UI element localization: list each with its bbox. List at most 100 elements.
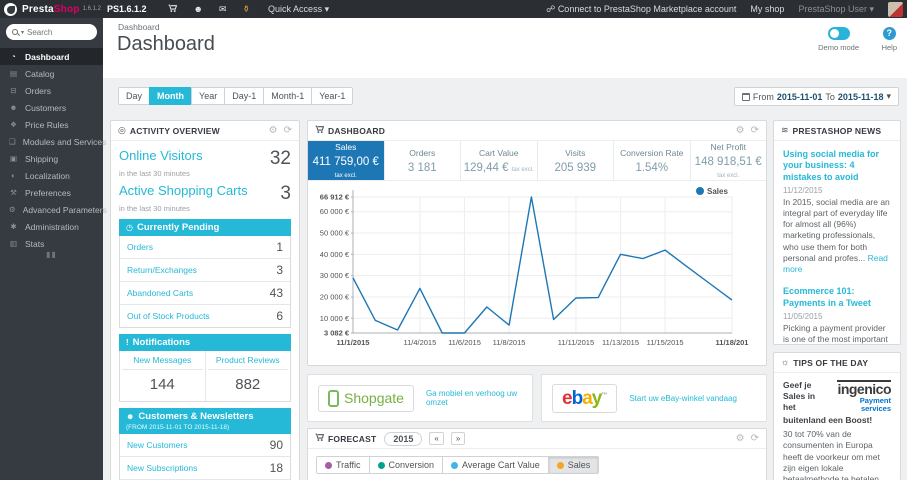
new-messages-label[interactable]: New Messages — [122, 355, 203, 370]
gear-icon[interactable]: ⚙ — [269, 125, 278, 136]
ebay-link[interactable]: Start uw eBay-winkel vandaag — [629, 394, 737, 403]
gear-icon[interactable]: ⚙ — [736, 433, 745, 444]
search-input[interactable] — [27, 27, 86, 37]
my-shop-link[interactable]: My shop — [750, 4, 784, 14]
svg-text:11/1/2015: 11/1/2015 — [337, 338, 370, 347]
filter-year-button[interactable]: Year — [191, 87, 226, 105]
ebay-banner: ebay™ Start uw eBay-winkel vandaag — [541, 374, 767, 422]
administration-icon: ✱ — [10, 222, 17, 231]
trophy-icon[interactable]: ⚱ — [243, 4, 251, 14]
stats-icon: ▥ — [9, 239, 18, 248]
sidebar-item-dashboard[interactable]: ◔ Dashboard — [0, 48, 103, 65]
brand[interactable]: PrestaShop — [22, 4, 80, 15]
customers-section-title: Customers & Newsletters — [138, 411, 254, 422]
calendar-icon — [741, 92, 750, 101]
kpi-cart-value[interactable]: Cart Value 129,44 € tax excl. — [461, 141, 538, 180]
sidebar-collapse-icon[interactable]: ▮▮ — [0, 250, 103, 259]
svg-text:30 000 €: 30 000 € — [320, 271, 350, 280]
pending-row-returns[interactable]: Return/Exchanges 3 — [120, 259, 290, 282]
mail-icon[interactable]: ✉ — [219, 4, 227, 14]
pending-row-abandoned-carts[interactable]: Abandoned Carts 43 — [120, 282, 290, 305]
sidebar-item-customers[interactable]: ☻ Customers — [0, 99, 103, 116]
article-title[interactable]: Ecommerce 101: Payments in a Tweet — [783, 286, 891, 309]
legend-sales-button[interactable]: Sales — [547, 456, 600, 474]
kpi-value: 205 939 — [554, 161, 597, 174]
refresh-icon[interactable]: ⟳ — [751, 125, 759, 136]
user-avatar[interactable] — [888, 1, 903, 17]
forecast-year[interactable]: 2015 — [384, 431, 423, 446]
cart-icon[interactable] — [168, 4, 178, 15]
sidebar-item-shipping[interactable]: ▣ Shipping — [0, 150, 103, 167]
search-caret-icon[interactable]: ▾ — [21, 29, 24, 36]
svg-text:11/18/201: 11/18/201 — [716, 338, 749, 347]
online-visitors-value: 32 — [269, 148, 291, 169]
news-panel-title: PRESTASHOP NEWS — [792, 125, 882, 136]
kpi-label: Conversion Rate — [620, 147, 684, 158]
sidebar-item-preferences[interactable]: ⚒ Preferences — [0, 184, 103, 201]
product-reviews-label[interactable]: Product Reviews — [207, 355, 288, 370]
sidebar-item-label: Shipping — [25, 153, 59, 164]
legend-average-cart-value-button[interactable]: Average Cart Value — [442, 456, 549, 474]
brand-shop: Shop — [53, 3, 80, 15]
prev-year-button[interactable]: « — [429, 432, 444, 445]
breadcrumb: Dashboard — [118, 22, 160, 32]
svg-text:60 000 €: 60 000 € — [320, 207, 350, 216]
refresh-icon[interactable]: ⟳ — [284, 125, 292, 136]
pending-row-out-of-stock[interactable]: Out of Stock Products 6 — [120, 305, 290, 327]
pending-row-orders[interactable]: Orders 1 — [120, 236, 290, 259]
online-visitors-label[interactable]: Online Visitors — [119, 148, 203, 163]
filter-month-1-button[interactable]: Month-1 — [263, 87, 313, 105]
filter-day-button[interactable]: Day — [118, 87, 151, 105]
customers-row-new-customers[interactable]: New Customers 90 — [120, 434, 290, 457]
kpi-visits[interactable]: Visits 205 939 — [538, 141, 614, 180]
marketplace-label: Connect to PrestaShop Marketplace accoun… — [557, 3, 737, 14]
ingenico-logo-sub: services — [860, 404, 891, 414]
sidebar-item-orders[interactable]: ⊟ Orders — [0, 82, 103, 99]
sidebar-item-modules[interactable]: ❑ Modules and Services — [0, 133, 106, 150]
demo-mode-toggle[interactable] — [827, 27, 850, 40]
ebay-letter: b — [571, 387, 584, 409]
active-carts-label[interactable]: Active Shopping Carts — [119, 183, 248, 198]
kpi-value: 411 759,00 € — [312, 155, 379, 168]
clock-icon: ◷ — [126, 223, 133, 232]
sidebar-search: ▾ — [6, 24, 97, 40]
row-value: 6 — [276, 309, 283, 323]
svg-text:Sales: Sales — [707, 187, 728, 196]
customer-icon[interactable]: ☻ — [193, 4, 202, 14]
sidebar-item-localization[interactable]: ◐ Localization — [0, 167, 103, 184]
kpi-orders[interactable]: Orders 3 181 — [385, 141, 461, 180]
filter-year-1-button[interactable]: Year-1 — [311, 87, 354, 105]
filter-day-1-button[interactable]: Day-1 — [224, 87, 265, 105]
shopgate-banner: Shopgate Ga mobiel en verhoog uw omzet — [307, 374, 533, 422]
refresh-icon[interactable]: ⟳ — [751, 433, 759, 444]
legend-conversion-button[interactable]: Conversion — [368, 456, 444, 474]
user-menu[interactable]: PrestaShop User ▾ — [798, 4, 874, 15]
sales-dot-icon — [556, 461, 564, 469]
to-label: To — [825, 91, 835, 102]
marketplace-link[interactable]: ☍ Connect to PrestaShop Marketplace acco… — [546, 4, 736, 15]
row-value: 18 — [269, 461, 283, 475]
news-article: Using social media for your business: 4 … — [783, 149, 891, 275]
kpi-net-profit[interactable]: Net Profit 148 918,51 € tax excl. — [691, 141, 767, 180]
kpi-conversion-rate[interactable]: Conversion Rate 1.54% — [614, 141, 691, 180]
sidebar-item-advanced-parameters[interactable]: ⚙ Advanced Parameters — [0, 201, 107, 218]
prestashop-logo-icon[interactable] — [4, 2, 17, 16]
filter-month-button[interactable]: Month — [149, 87, 193, 105]
next-year-button[interactable]: » — [450, 432, 466, 445]
legend-traffic-button[interactable]: Traffic — [316, 456, 370, 474]
sidebar-item-catalog[interactable]: ▤ Catalog — [0, 65, 103, 82]
shopgate-link[interactable]: Ga mobiel en verhoog uw omzet — [426, 389, 522, 407]
gear-icon[interactable]: ⚙ — [736, 125, 745, 136]
article-date: 11/05/2015 — [783, 311, 823, 321]
article-title[interactable]: Using social media for your business: 4 … — [783, 149, 891, 183]
customers-row-new-subscriptions[interactable]: New Subscriptions 18 — [120, 457, 290, 480]
sidebar-item-price-rules[interactable]: ❖ Price Rules — [0, 116, 103, 133]
quick-access-menu[interactable]: Quick Access ▾ — [268, 4, 329, 15]
sidebar-item-administration[interactable]: ✱ Administration — [0, 218, 103, 235]
kpi-suffix: tax excl. — [511, 166, 534, 173]
svg-text:10 000 €: 10 000 € — [320, 314, 350, 323]
date-range-button[interactable]: From 2015-11-01 To 2015-11-18 ▾ — [733, 87, 899, 106]
kpi-sales[interactable]: Sales 411 759,00 € tax excl. — [308, 141, 385, 180]
lightbulb-icon: ☼ — [781, 357, 790, 367]
help-icon[interactable]: ? — [882, 27, 896, 40]
